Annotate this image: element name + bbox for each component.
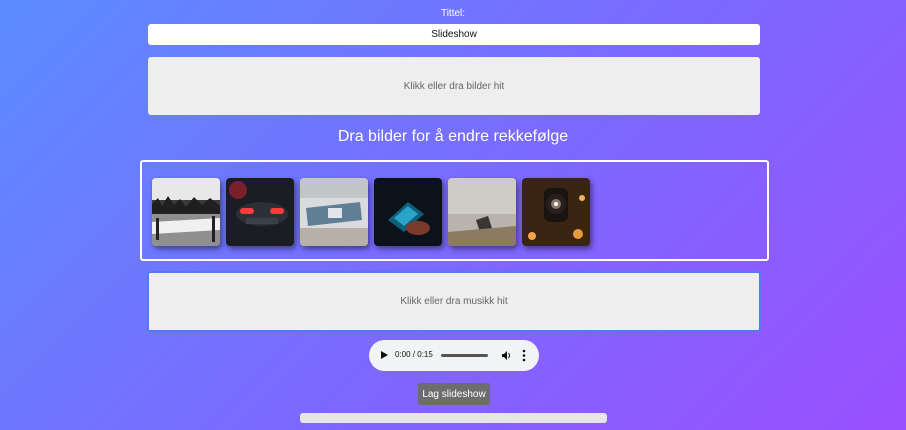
thumbnail-camera-lens[interactable]: [522, 178, 590, 246]
thumbnail-winter-lake[interactable]: [152, 178, 220, 246]
audio-player[interactable]: 0:00 / 0:15: [369, 340, 539, 371]
play-icon[interactable]: [381, 351, 388, 359]
music-dropzone-text: Klikk eller dra musikk hit: [400, 296, 508, 307]
audio-seek-slider[interactable]: [441, 354, 488, 357]
music-dropzone[interactable]: Klikk eller dra musikk hit: [147, 271, 761, 332]
image-dropzone-text: Klikk eller dra bilder hit: [403, 80, 505, 92]
thumbnail-phone-hand[interactable]: [374, 178, 442, 246]
reorder-heading: Dra bilder for å endre rekkefølge: [337, 128, 569, 145]
thumbnail-car-rear[interactable]: [226, 178, 294, 246]
create-slideshow-button[interactable]: Lag slideshow: [418, 383, 490, 405]
thumbnail-snow-device[interactable]: [300, 178, 368, 246]
thumbnail-stone-object[interactable]: [448, 178, 516, 246]
image-dropzone[interactable]: Klikk eller dra bilder hit: [148, 57, 760, 115]
more-options-icon[interactable]: [522, 349, 526, 362]
title-label: Tittel:: [440, 8, 466, 19]
audio-time: 0:00 / 0:15: [395, 350, 433, 359]
thumbnail-sort-area[interactable]: [140, 160, 769, 261]
progress-bar: [300, 413, 607, 423]
title-input[interactable]: [148, 24, 760, 45]
volume-icon[interactable]: [501, 350, 512, 361]
